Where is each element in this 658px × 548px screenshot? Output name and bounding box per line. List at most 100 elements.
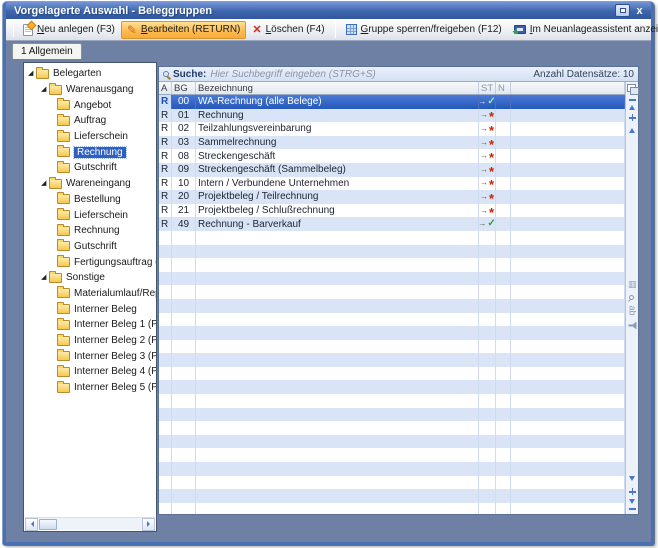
table-row[interactable]: R 21 Projektbeleg / Schlußrechnung →* <box>159 204 625 218</box>
table-row[interactable]: R 10 Intern / Verbundene Unternehmen →* <box>159 177 625 191</box>
tree-item-materialumlauf[interactable]: Materialumlauf/Reparatur <box>24 286 156 302</box>
table-panel: Suche: Anzahl Datensätze: 10 A BG Bezeic… <box>158 66 639 515</box>
table-empty-row <box>159 380 625 394</box>
scroll-to-bottom-icon <box>629 499 635 507</box>
table-side-strip: ▤ ab <box>625 82 638 514</box>
folder-icon <box>49 179 62 189</box>
edit-pencil-icon: ✎ <box>127 24 137 36</box>
tree-item-gutschrift-we[interactable]: Gutschrift <box>24 239 156 255</box>
tree-item-rechnung-we[interactable]: Rechnung <box>24 223 156 239</box>
tree-item-rechnung-selected[interactable]: Rechnung <box>24 144 156 160</box>
tree-horizontal-scrollbar[interactable] <box>25 517 155 530</box>
lock-group-button[interactable]: Gruppe sperren/freigeben (F12) <box>340 21 508 39</box>
titlebar[interactable]: Vorgelagerte Auswahl - Beleggruppen x <box>6 2 651 19</box>
column-header-bg[interactable]: BG <box>172 82 196 94</box>
tree-item-interner-beleg-4[interactable]: Interner Beleg 4 (PPS) <box>24 364 156 380</box>
scroll-plus-icon[interactable] <box>629 488 636 495</box>
search-input[interactable] <box>210 69 529 80</box>
status-icon: →* <box>480 136 494 150</box>
status-icon: →* <box>480 190 494 204</box>
tree-item-lieferschein[interactable]: Lieferschein <box>24 129 156 145</box>
new-button[interactable]: Neu anlegen (F3) <box>17 21 121 39</box>
restore-icon <box>620 8 626 13</box>
scroll-up-button[interactable] <box>629 125 635 133</box>
table-rows: R 00 WA-Rechnung (alle Belege) →✓ R 01 R… <box>159 95 625 514</box>
card-view-icon[interactable]: ▤ <box>627 280 636 289</box>
table-row[interactable]: R 09 Streckengeschäft (Sammelbeleg) →* <box>159 163 625 177</box>
tree-item-auftrag[interactable]: Auftrag <box>24 113 156 129</box>
scrollbar-thumb[interactable] <box>39 519 57 530</box>
column-header-a[interactable]: A <box>159 82 172 94</box>
tree-item-belegarten[interactable]: ◢Belegarten <box>24 66 156 82</box>
tree-item-fertigungsauftrag[interactable]: Fertigungsauftrag (PPS) <box>24 254 156 270</box>
tree-item-lieferschein-we[interactable]: Lieferschein <box>24 207 156 223</box>
status-icon: →✓ <box>479 97 496 107</box>
table-row[interactable]: R 20 Projektbeleg / Teilrechnung →* <box>159 190 625 204</box>
wizard-monitor-icon <box>514 25 526 34</box>
table-empty-row <box>159 421 625 435</box>
scroll-down-button[interactable] <box>629 476 635 484</box>
wizard-toggle-button[interactable]: Im Neuanlageassistent anzeigen/sperren <box>508 21 658 39</box>
tree-item-interner-beleg-1[interactable]: Interner Beleg 1 (PPS) <box>24 317 156 333</box>
tree-item-interner-beleg-3[interactable]: Interner Beleg 3 (PPS) <box>24 348 156 364</box>
tree-item-sonstige[interactable]: ◢Sonstige <box>24 270 156 286</box>
table-row[interactable]: R 01 Rechnung →* <box>159 109 625 123</box>
column-header-st[interactable]: ST <box>479 82 496 94</box>
expand-arrow-icon[interactable]: ◢ <box>41 274 49 282</box>
toolbar: Neu anlegen (F3) ✎ Bearbeiten (RETURN) ✕… <box>6 19 651 41</box>
scroll-plus-icon[interactable] <box>629 114 636 121</box>
scroll-right-button[interactable] <box>142 518 155 531</box>
lock-group-grid-icon <box>346 24 357 35</box>
scroll-left-button[interactable] <box>25 518 38 531</box>
tree-item-wareneingang[interactable]: ◢Wareneingang <box>24 176 156 192</box>
status-icon: →* <box>480 163 494 177</box>
table-row[interactable]: R 08 Streckengeschäft →* <box>159 149 625 163</box>
status-icon: →* <box>480 177 494 191</box>
table-empty-row <box>159 272 625 286</box>
window-title: Vorgelagerte Auswahl - Beleggruppen <box>14 5 613 17</box>
tree-item-gutschrift[interactable]: Gutschrift <box>24 160 156 176</box>
restore-button[interactable] <box>615 4 630 17</box>
tree-item-interner-beleg-2[interactable]: Interner Beleg 2 (PPS) <box>24 333 156 349</box>
tree-item-warenausgang[interactable]: ◢Warenausgang <box>24 82 156 98</box>
folder-icon <box>57 241 70 251</box>
tree-item-angebot[interactable]: Angebot <box>24 97 156 113</box>
folder-icon <box>57 226 70 236</box>
close-button[interactable]: x <box>632 4 647 17</box>
expand-arrow-icon[interactable]: ◢ <box>41 180 49 188</box>
column-chooser-icon[interactable] <box>627 84 638 94</box>
column-header-empty <box>511 82 625 94</box>
search-bar[interactable]: Suche: Anzahl Datensätze: 10 <box>159 67 638 82</box>
tree-item-bestellung[interactable]: Bestellung <box>24 192 156 208</box>
table-empty-row <box>159 285 625 299</box>
table-empty-row <box>159 313 625 327</box>
sort-tool-icon[interactable]: ab <box>627 305 636 315</box>
table-row[interactable]: R 03 Sammelrechnung →* <box>159 136 625 150</box>
column-header-n[interactable]: N <box>496 82 511 94</box>
table-empty-row <box>159 326 625 340</box>
toolbar-separator <box>335 22 336 38</box>
scroll-to-top-button[interactable] <box>629 99 636 110</box>
folder-icon <box>57 132 70 142</box>
tab-allgemein[interactable]: 1 Allgemein <box>12 43 82 59</box>
status-icon: →* <box>480 149 494 163</box>
search-tool-icon[interactable] <box>629 295 634 300</box>
delete-button[interactable]: ✕ Löschen (F4) <box>246 21 330 39</box>
status-icon: →* <box>480 204 494 218</box>
table-row[interactable]: R 00 WA-Rechnung (alle Belege) →✓ <box>159 95 625 109</box>
tree-item-interner-beleg-5[interactable]: Interner Beleg 5 (PPS) <box>24 380 156 396</box>
expand-arrow-icon[interactable]: ◢ <box>28 70 36 78</box>
dialog-window: Vorgelagerte Auswahl - Beleggruppen x Ne… <box>3 2 654 545</box>
filter-icon[interactable] <box>627 321 636 329</box>
tree-item-interner-beleg[interactable]: Interner Beleg <box>24 301 156 317</box>
folder-icon <box>57 147 70 157</box>
scroll-left-icon <box>28 521 34 527</box>
table-empty-row <box>159 231 625 245</box>
column-header-bezeichnung[interactable]: Bezeichnung <box>196 82 479 94</box>
folder-icon <box>36 69 49 79</box>
table-row[interactable]: R 49 Rechnung - Barverkauf →✓ <box>159 217 625 231</box>
table-row[interactable]: R 02 Teilzahlungsvereinbarung →* <box>159 122 625 136</box>
edit-button[interactable]: ✎ Bearbeiten (RETURN) <box>121 21 247 39</box>
expand-arrow-icon[interactable]: ◢ <box>41 86 49 94</box>
scroll-to-bottom-button[interactable] <box>629 499 636 510</box>
